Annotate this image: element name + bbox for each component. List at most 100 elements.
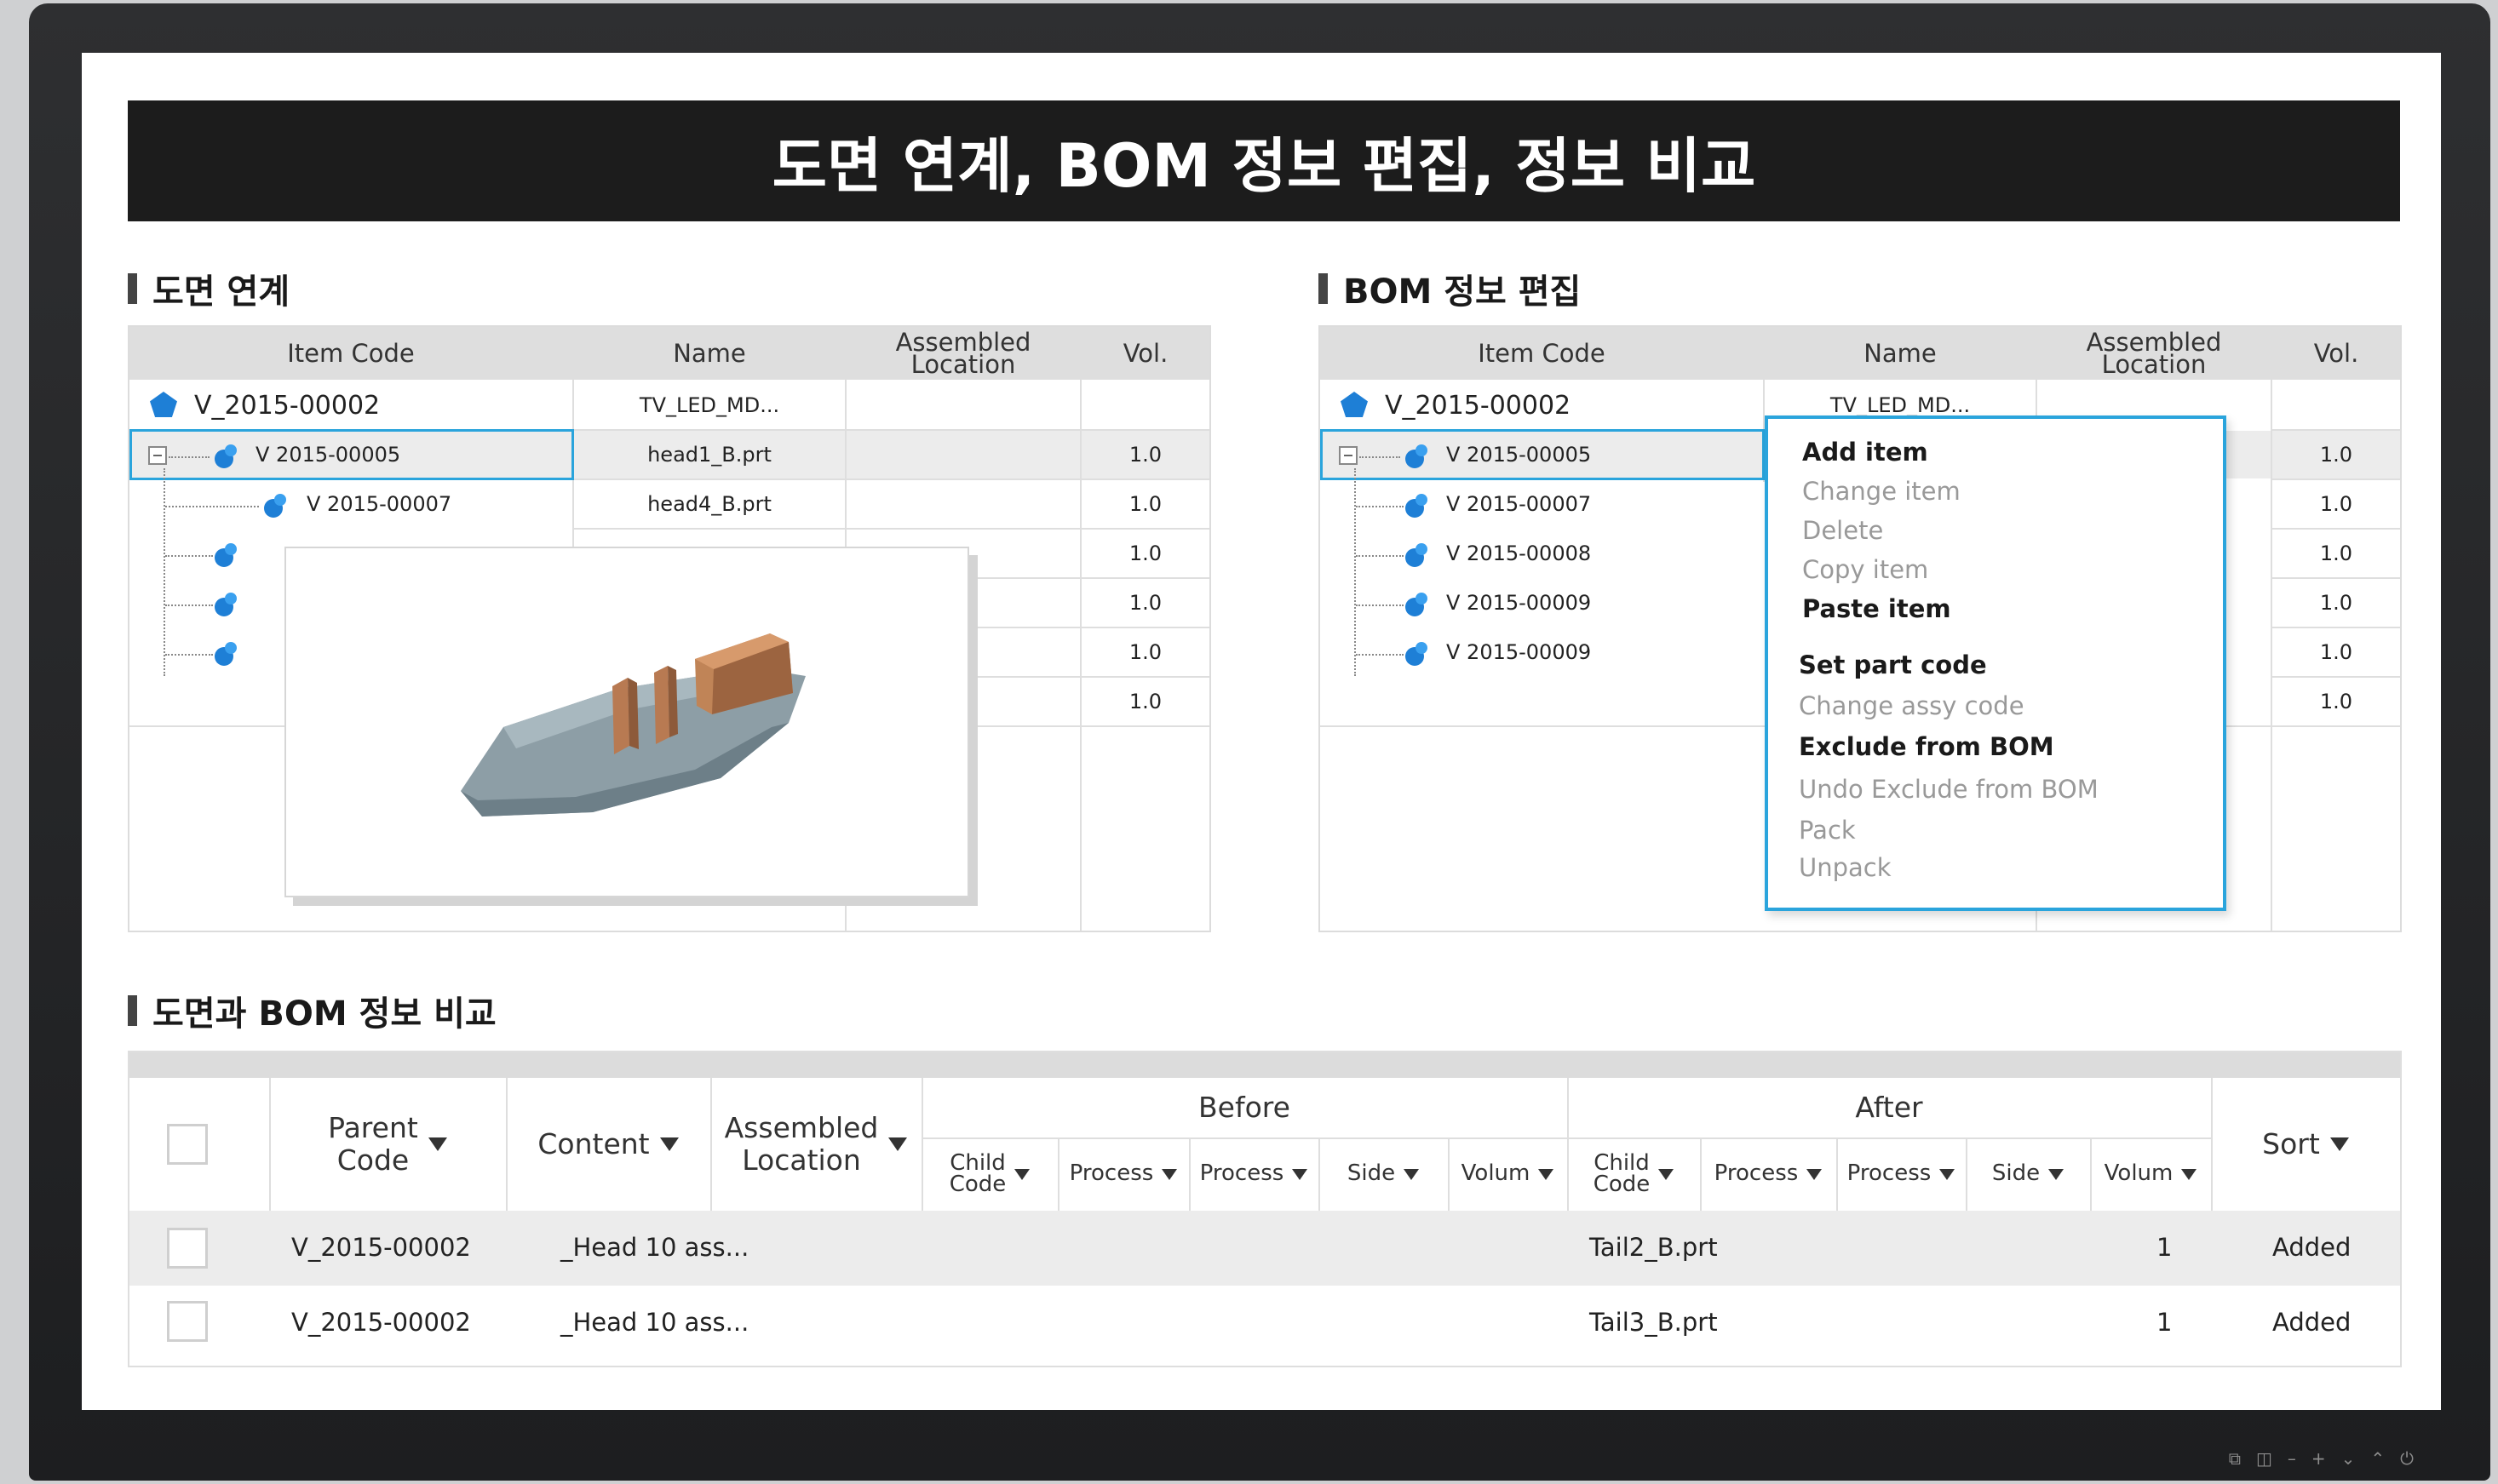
section-title-drawing-link: 도면 연계 [128,264,290,313]
cell-vol: 1.0 [2319,640,2353,664]
selected-tree-item-outline [129,429,574,480]
cell-vol: 1.0 [2319,541,2353,565]
col-vol: Vol. [1123,338,1169,368]
cell-name: head4_B.prt [647,492,772,516]
tree-item[interactable]: V 2015-00007 [1446,480,1591,528]
cell-vol: 1.0 [1128,690,1163,713]
tree-connector [1356,506,1404,507]
cell-content: _Head 10 ass... [560,1308,749,1337]
sort-down-icon [659,1137,679,1151]
cell-vol: 1.0 [2319,690,2353,713]
part-icon [1405,593,1429,616]
tree-connector [165,506,259,507]
drawing-link-table: Item Code Name Assembled Location Vol. V… [128,325,1211,932]
col-name: Name [673,338,746,368]
col-label: Process [1846,1160,1932,1187]
col-after-side[interactable]: Side [1966,1137,2090,1211]
section-marker [1318,273,1328,304]
col-before-process-1[interactable]: Process [1058,1137,1189,1211]
col-content-label: Content [537,1127,650,1161]
part-icon [1405,494,1429,518]
power-icon: ⏻ [2400,1448,2414,1469]
menu-item-copy-item[interactable]: Copy item [1802,555,1928,584]
sort-down-icon [1404,1168,1420,1180]
cell-after-volum: 1 [2156,1233,2173,1262]
menu-item-unpack[interactable]: Unpack [1799,853,1892,882]
tree-item[interactable]: V 2015-00009 [1446,628,1591,676]
assembly-icon [150,392,177,417]
part-icon [1405,543,1429,567]
menu-item-paste-item[interactable]: Paste item [1802,594,1951,623]
tree-item[interactable]: V 2015-00009 [1446,579,1591,627]
cell-vol: 1.0 [1128,443,1163,467]
tree-connector [1356,604,1404,606]
section-marker [128,995,137,1026]
cell-after-child-code: Tail2_B.prt [1589,1233,1718,1262]
col-before-side[interactable]: Side [1318,1137,1448,1211]
col-label: Process [1069,1160,1154,1187]
bom-edit-table: Item Code Name Assembled Location Vol. V… [1318,325,2402,932]
row-checkbox[interactable] [167,1301,208,1342]
layout-icon: ◫ [2255,1448,2272,1469]
col-before-volum[interactable]: Volum [1448,1137,1567,1211]
col-before-child-code[interactable]: Child Code [922,1137,1058,1211]
tree-item[interactable]: V 2015-00008 [1446,530,1591,577]
tree-connector [1356,654,1404,656]
screen: 도면 연계, BOM 정보 편집, 정보 비교 도면 연계 Item Code … [82,53,2441,1410]
tree-item-root[interactable]: V_2015-00002 [194,381,380,429]
cell-sort: Added [2272,1308,2352,1337]
col-sort[interactable]: Sort [2211,1078,2400,1211]
table-row[interactable]: V_2015-00002 _Head 10 ass... Tail3_B.prt… [129,1286,2400,1362]
row-checkbox[interactable] [167,1228,208,1269]
col-after-process-1[interactable]: Process [1700,1137,1836,1211]
col-item-code: Item Code [1478,338,1605,368]
section-title-text: 도면과 BOM 정보 비교 [152,994,497,1034]
col-parent-code[interactable]: Parent Code [269,1078,506,1211]
cell-name: head1_B.prt [647,443,772,467]
menu-item-delete[interactable]: Delete [1802,516,1883,545]
sort-down-icon [1658,1168,1674,1180]
part-icon [215,593,238,616]
tree-connector [1354,468,1356,676]
monitor-controls: ⧉ ◫ – + ⌄ ⌃ ⏻ [2229,1448,2414,1469]
sort-down-icon [1939,1168,1955,1180]
col-after-process-2[interactable]: Process [1836,1137,1966,1211]
menu-item-exclude-from-bom[interactable]: Exclude from BOM [1799,732,2054,761]
col-label: Side [1991,1160,2041,1187]
tree-item-root[interactable]: V_2015-00002 [1385,381,1571,429]
col-assembled-location[interactable]: Assembled Location [710,1078,922,1211]
select-all-checkbox[interactable] [167,1124,208,1165]
tree-connector [165,604,213,606]
col-content[interactable]: Content [506,1078,710,1211]
sort-down-icon [2181,1168,2197,1180]
sort-down-icon [1292,1168,1308,1180]
col-after-child-code[interactable]: Child Code [1567,1137,1700,1211]
tree-connector [164,468,165,676]
cell-content: _Head 10 ass... [560,1233,749,1262]
tree-connector [165,654,213,656]
col-after-volum[interactable]: Volum [2090,1137,2211,1211]
tree-item[interactable]: V 2015-00007 [307,480,451,528]
section-title-text: 도면 연계 [152,272,290,312]
minus-icon: – [2287,1448,2296,1469]
cell-parent-code: V_2015-00002 [291,1233,471,1262]
col-before-process-2[interactable]: Process [1189,1137,1318,1211]
sort-down-icon [2048,1168,2064,1180]
col-name: Name [1863,338,1937,368]
menu-item-change-assy-code[interactable]: Change assy code [1799,691,2024,720]
group-before: Before [1198,1091,1290,1125]
col-label: Process [1199,1160,1284,1187]
cell-vol: 1.0 [2319,443,2353,467]
cell-vol: 1.0 [2319,492,2353,516]
table-row[interactable]: V_2015-00002 _Head 10 ass... Tail2_B.prt… [129,1211,2400,1286]
menu-item-undo-exclude-from-bom[interactable]: Undo Exclude from BOM [1799,775,2099,804]
menu-item-change-item[interactable]: Change item [1802,477,1961,506]
menu-item-pack[interactable]: Pack [1799,816,1856,845]
menu-item-add-item[interactable]: Add item [1802,438,1928,467]
menu-item-set-part-code[interactable]: Set part code [1799,650,1987,679]
cell-vol: 1.0 [1128,640,1163,664]
section-marker [128,273,137,304]
sort-down-icon [1806,1168,1823,1180]
input-icon: ⧉ [2228,1448,2241,1469]
section-title-text: BOM 정보 편집 [1343,272,1582,312]
